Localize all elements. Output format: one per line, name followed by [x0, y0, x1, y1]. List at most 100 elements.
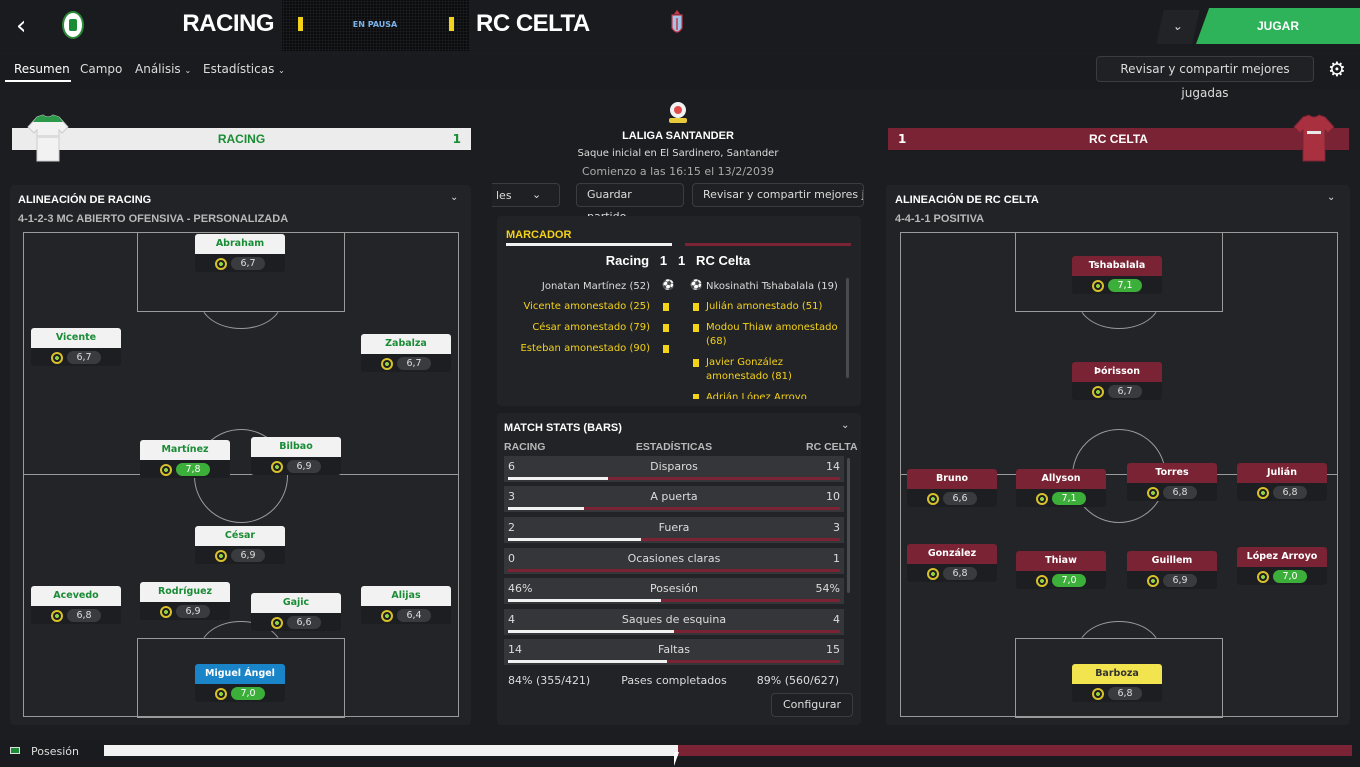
- player-card[interactable]: Zabalza 6,7: [361, 334, 451, 372]
- review-highlights-button[interactable]: Revisar y compartir mejores jugadas: [1096, 56, 1314, 100]
- chevron-down-icon: ⌄: [278, 66, 285, 75]
- player-card[interactable]: Alijas 6,4: [361, 586, 451, 624]
- rating-icon: [927, 567, 939, 580]
- player-card[interactable]: Gajic 6,6: [251, 593, 341, 631]
- mouse-cursor-icon: [674, 752, 679, 766]
- player-rating: 7,0: [1257, 570, 1307, 583]
- player-card[interactable]: López Arroyo 7,0: [1237, 547, 1327, 585]
- home-pitch: [23, 232, 459, 718]
- stat-label: Posesión: [650, 582, 698, 595]
- rating-icon: [1092, 687, 1104, 700]
- player-card[interactable]: Tshabalala 7,1: [1072, 256, 1162, 294]
- away-event: Javier González: [706, 357, 783, 368]
- yellow-card-icon: [663, 303, 669, 311]
- stats-scrollbar[interactable]: [847, 458, 850, 593]
- stat-row: 0 Ocasiones claras 1: [504, 548, 844, 574]
- stat-row: 14 Faltas 15: [504, 639, 844, 665]
- celta-crest-icon: [671, 10, 683, 33]
- away-shirt-icon: [1293, 114, 1335, 162]
- events-scrollbar[interactable]: [846, 278, 849, 378]
- yellow-card-icon: [693, 394, 699, 399]
- yellow-card-icon: [663, 324, 669, 332]
- rating-value: 6,8: [943, 567, 977, 580]
- player-name: Torres: [1127, 463, 1217, 483]
- rating-value: 7,0: [1273, 570, 1307, 583]
- rating-value: 6,6: [943, 492, 977, 505]
- player-card[interactable]: Barboza 6,8: [1072, 664, 1162, 702]
- stat-away-bar: [508, 569, 840, 572]
- player-rating: 6,8: [51, 609, 101, 622]
- scoreboard-title: MARCADOR: [506, 229, 572, 241]
- configure-button[interactable]: Configurar: [771, 693, 853, 717]
- stat-row: 46% Posesión 54%: [504, 578, 844, 604]
- play-button[interactable]: JUGAR: [1196, 8, 1360, 44]
- player-name: Thiaw: [1016, 551, 1106, 571]
- rating-value: 7,0: [1052, 574, 1086, 587]
- player-rating: 6,6: [271, 616, 321, 629]
- chevron-down-icon[interactable]: ⌄: [1156, 10, 1200, 44]
- player-card[interactable]: Vicente 6,7: [31, 328, 121, 366]
- home-event: Esteban amonestado (90): [520, 343, 650, 354]
- rating-value: 7,0: [231, 687, 265, 700]
- stat-away-bar: [584, 507, 840, 510]
- player-card[interactable]: Thiaw 7,0: [1016, 551, 1106, 589]
- review-highlights-button-partial[interactable]: Revisar y compartir mejores ju: [692, 183, 864, 207]
- match-status: EN PAUSA: [352, 20, 398, 29]
- chevron-down-icon[interactable]: ⌄: [841, 420, 849, 431]
- player-card[interactable]: Julián 6,8: [1237, 463, 1327, 501]
- rating-icon: [215, 257, 227, 270]
- chevron-down-icon: ⌄: [184, 66, 192, 75]
- player-rating: 6,8: [1092, 687, 1142, 700]
- player-card[interactable]: César 6,9: [195, 526, 285, 564]
- rating-icon: [381, 609, 393, 622]
- rating-icon: [160, 605, 172, 618]
- player-card[interactable]: Abraham 6,7: [195, 234, 285, 272]
- back-arrow-icon[interactable]: ‹: [16, 12, 40, 40]
- stat-away-bar: [674, 630, 840, 633]
- player-card[interactable]: Rodríguez 6,9: [140, 582, 230, 620]
- player-rating: 6,9: [160, 605, 210, 618]
- gear-icon[interactable]: ⚙: [1324, 56, 1350, 82]
- possession-home-fill: [104, 745, 678, 756]
- tab-resumen[interactable]: Resumen: [14, 62, 70, 76]
- tab-analisis[interactable]: Análisis ⌄: [135, 62, 191, 76]
- away-team-title: RC CELTA: [476, 10, 590, 37]
- player-card[interactable]: Martínez 7,8: [140, 440, 230, 478]
- player-card[interactable]: Torres 6,8: [1127, 463, 1217, 501]
- kickoff-text: Comienzo a las 16:15 el 13/2/2039: [581, 165, 775, 178]
- player-name: Vicente: [31, 328, 121, 348]
- tab-estadisticas[interactable]: Estadísticas ⌄: [203, 62, 285, 76]
- player-name: Miguel Ángel: [195, 664, 285, 684]
- stats-title: MATCH STATS (BARS): [504, 422, 622, 434]
- chevron-down-icon[interactable]: ⌄: [1327, 192, 1335, 203]
- player-card[interactable]: González 6,8: [907, 544, 997, 582]
- player-card[interactable]: Allyson 7,1: [1016, 469, 1106, 507]
- rating-icon: [1257, 570, 1269, 583]
- player-name: Allyson: [1016, 469, 1106, 489]
- player-card[interactable]: Acevedo 6,8: [31, 586, 121, 624]
- player-card[interactable]: Þórisson 6,7: [1072, 362, 1162, 400]
- stat-home-bar: [508, 538, 641, 541]
- stat-away-value: 10: [826, 490, 840, 503]
- save-match-button[interactable]: Guardar partido: [576, 183, 684, 223]
- stats-col-mid: ESTADÍSTICAS: [635, 441, 713, 453]
- player-rating: 6,6: [927, 492, 977, 505]
- player-card[interactable]: Bruno 6,6: [907, 469, 997, 507]
- away-event: amonestado (81): [706, 371, 792, 382]
- player-name: López Arroyo: [1237, 547, 1327, 567]
- stat-away-value: 4: [833, 613, 840, 626]
- rating-icon: [271, 460, 283, 473]
- stat-label: Saques de esquina: [621, 613, 727, 626]
- player-card[interactable]: Miguel Ángel 7,0: [195, 664, 285, 702]
- rating-value: 6,8: [67, 609, 101, 622]
- player-card[interactable]: Guillem 6,9: [1127, 551, 1217, 589]
- player-card[interactable]: Bilbao 6,9: [251, 437, 341, 475]
- away-event: Modou Thiaw amonestado: [706, 322, 838, 333]
- chevron-down-icon[interactable]: ⌄: [450, 192, 458, 203]
- tab-campo[interactable]: Campo: [80, 62, 122, 76]
- rating-value: 6,6: [287, 616, 321, 629]
- partial-dropdown-button[interactable]: les ⌄: [492, 183, 560, 207]
- laliga-logo-icon: [669, 102, 687, 123]
- player-rating: 7,1: [1036, 492, 1086, 505]
- player-name: Bilbao: [251, 437, 341, 457]
